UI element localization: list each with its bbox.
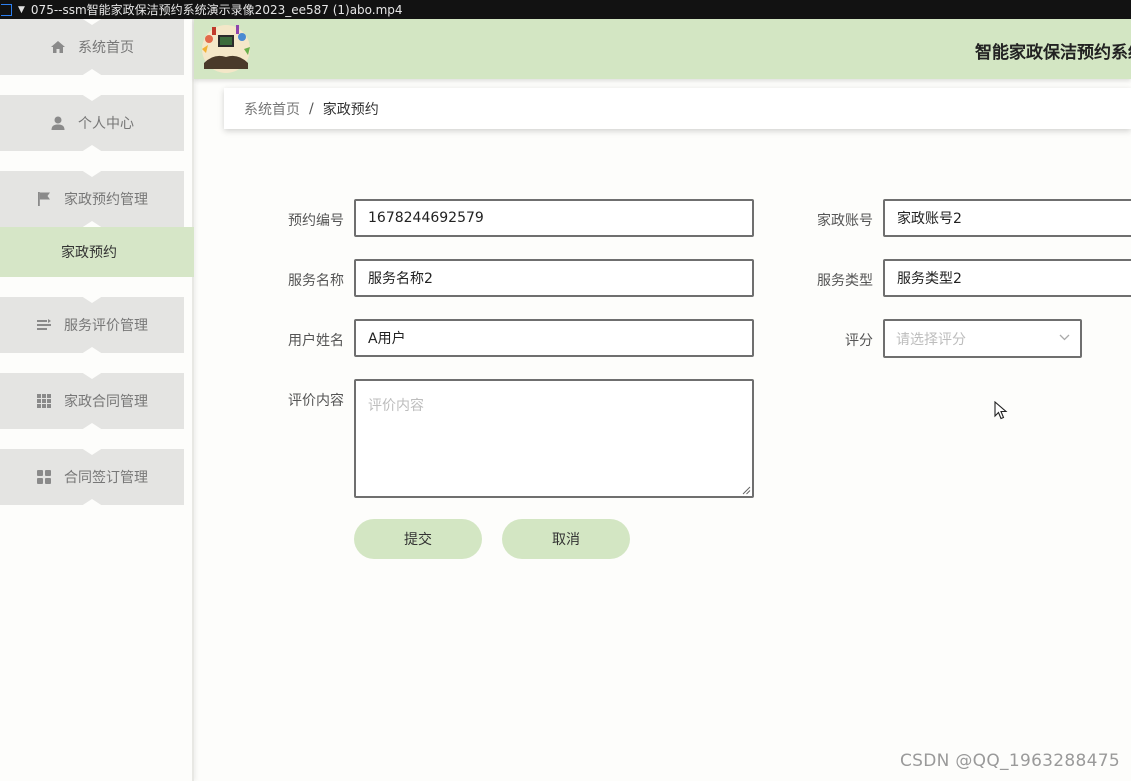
service-type-label: 服务类型 xyxy=(817,273,873,289)
booking-no-input[interactable]: 1678244692579 xyxy=(354,199,754,237)
user-name-input[interactable]: A用户 xyxy=(354,319,754,357)
booking-no-label: 预约编号 xyxy=(288,213,344,229)
service-name-input[interactable]: 服务名称2 xyxy=(354,259,754,297)
sidebar-item-review-management[interactable]: 服务评价管理 xyxy=(0,297,184,353)
chevron-down-icon xyxy=(1059,334,1070,341)
cancel-button[interactable]: 取消 xyxy=(502,519,630,559)
user-name-value: A用户 xyxy=(368,331,406,347)
window-app-icon[interactable] xyxy=(1,3,12,16)
review-content-placeholder: 评价内容 xyxy=(368,398,424,414)
service-type-value: 服务类型2 xyxy=(897,271,962,287)
resize-handle-icon[interactable] xyxy=(742,486,751,495)
sidebar-item-home[interactable]: 系统首页 xyxy=(0,19,184,75)
breadcrumb: 系统首页 / 家政预约 xyxy=(224,88,1131,129)
app-logo xyxy=(194,19,258,79)
grid-icon xyxy=(36,393,52,409)
mouse-cursor-icon xyxy=(994,401,1008,420)
user-icon xyxy=(50,115,66,131)
sidebar-subitem-booking[interactable]: 家政预约 xyxy=(0,227,194,277)
dropdown-caret-icon[interactable]: ▼ xyxy=(18,5,25,15)
account-label: 家政账号 xyxy=(817,213,873,229)
sidebar-subitem-label: 家政预约 xyxy=(61,245,117,261)
sidebar-item-booking-management[interactable]: 家政预约管理 xyxy=(0,171,184,227)
service-name-label: 服务名称 xyxy=(288,273,344,289)
home-icon xyxy=(50,39,66,55)
sidebar-item-label: 家政合同管理 xyxy=(64,394,148,410)
apps-icon xyxy=(36,469,52,485)
sidebar-item-personal-center[interactable]: 个人中心 xyxy=(0,95,184,151)
sidebar-item-label: 家政预约管理 xyxy=(64,192,148,208)
sidebar: 系统首页 个人中心 家政预约管理 家政预约 服务评价管理 家政合同管理 合同签订… xyxy=(0,19,194,781)
window-title: 075--ssm智能家政保洁预约系统演示录像2023_ee587 (1)abo.… xyxy=(30,3,403,17)
booking-no-value: 1678244692579 xyxy=(368,210,484,226)
service-type-input[interactable]: 服务类型2 xyxy=(883,259,1131,297)
watermark-text: CSDN @QQ_1963288475 xyxy=(900,751,1120,771)
submit-button[interactable]: 提交 xyxy=(354,519,482,559)
sidebar-item-label: 系统首页 xyxy=(78,40,134,56)
sidebar-item-label: 合同签订管理 xyxy=(64,470,148,486)
breadcrumb-home-link[interactable]: 系统首页 xyxy=(244,99,300,119)
review-content-label: 评价内容 xyxy=(288,393,344,409)
system-title: 智能家政保洁预约系统 xyxy=(975,43,1131,63)
sidebar-item-label: 个人中心 xyxy=(78,116,134,132)
app-header: 智能家政保洁预约系统 xyxy=(194,19,1131,79)
breadcrumb-separator: / xyxy=(309,100,314,117)
list-icon xyxy=(36,317,52,333)
sidebar-item-contract-signing[interactable]: 合同签订管理 xyxy=(0,449,184,505)
window-titlebar: ▼ 075--ssm智能家政保洁预约系统演示录像2023_ee587 (1)ab… xyxy=(0,0,1131,19)
user-name-label: 用户姓名 xyxy=(288,333,344,349)
review-content-textarea[interactable]: 评价内容 xyxy=(354,379,754,498)
input-focus-mark xyxy=(368,319,414,321)
account-value: 家政账号2 xyxy=(897,211,962,227)
service-name-value: 服务名称2 xyxy=(368,271,433,287)
rating-label: 评分 xyxy=(845,333,873,349)
rating-select[interactable]: 请选择评分 xyxy=(883,319,1082,358)
breadcrumb-current: 家政预约 xyxy=(322,101,379,118)
sidebar-item-label: 服务评价管理 xyxy=(64,318,148,334)
flag-icon xyxy=(36,191,52,207)
rating-placeholder: 请选择评分 xyxy=(896,331,966,348)
account-input[interactable]: 家政账号2 xyxy=(883,199,1131,237)
sidebar-item-contract-management[interactable]: 家政合同管理 xyxy=(0,373,184,429)
